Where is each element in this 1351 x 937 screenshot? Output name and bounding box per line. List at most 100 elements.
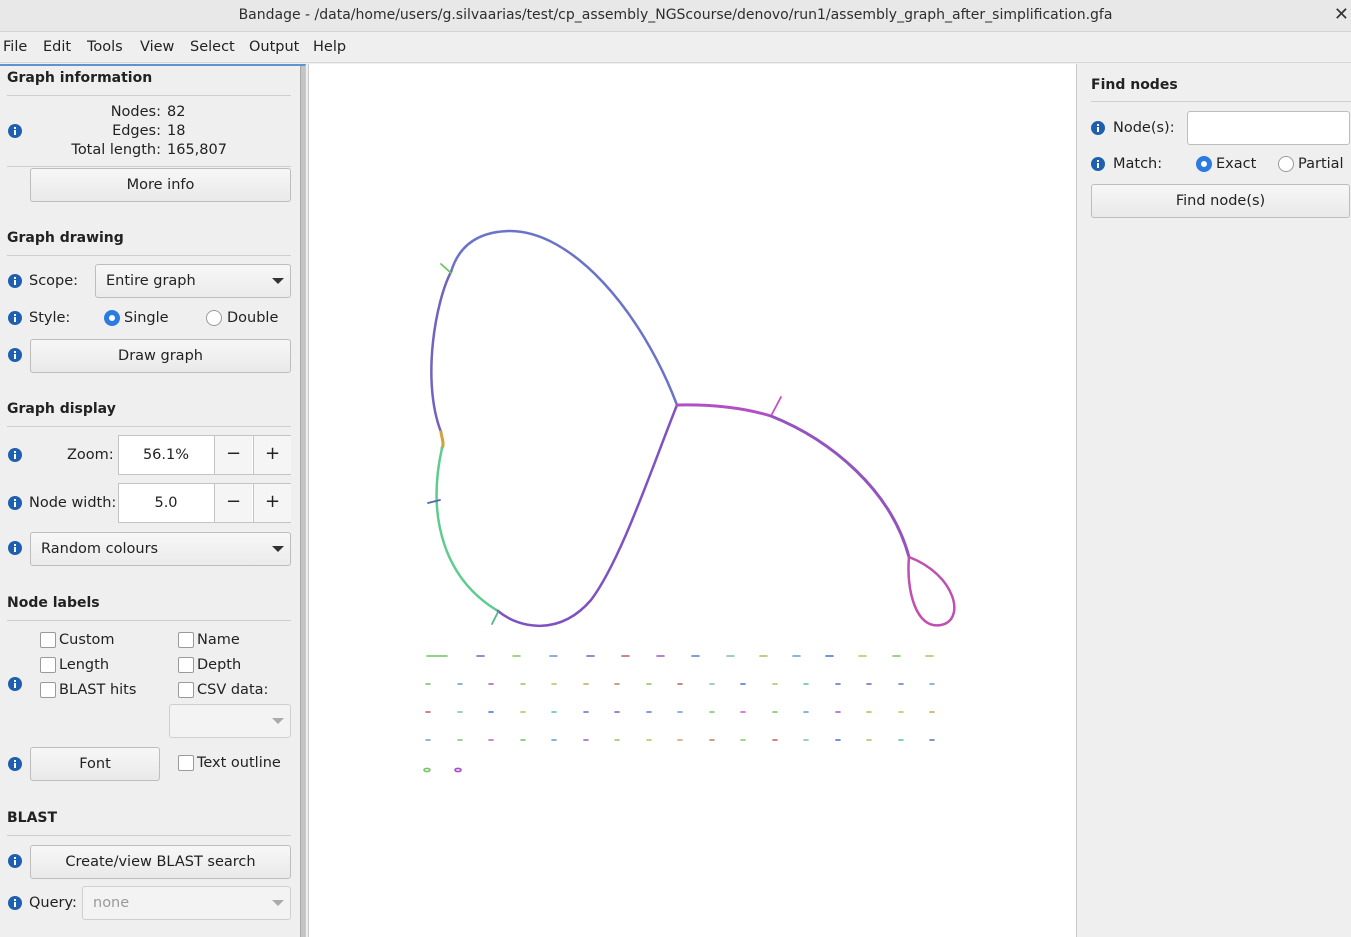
info-icon[interactable] bbox=[8, 541, 22, 555]
graph-information-title: Graph information bbox=[7, 70, 153, 86]
chevron-down-icon bbox=[272, 718, 284, 724]
node-width-increment-button[interactable]: + bbox=[253, 484, 291, 522]
node-width-value[interactable]: 5.0 bbox=[119, 484, 213, 522]
zoom-value[interactable]: 56.1% bbox=[119, 436, 213, 474]
node-labels-title: Node labels bbox=[7, 595, 100, 611]
left-panel-scrollbar[interactable] bbox=[300, 66, 305, 937]
find-nodes-button[interactable]: Find node(s) bbox=[1091, 184, 1350, 218]
zoom-spinbox[interactable]: 56.1% − + bbox=[118, 435, 291, 475]
find-nodes-input[interactable] bbox=[1187, 111, 1350, 145]
graph-canvas[interactable] bbox=[308, 64, 1077, 937]
colour-scheme-dropdown[interactable]: Random colours bbox=[30, 532, 291, 566]
graph-node[interactable] bbox=[440, 263, 452, 274]
style-label: Style: bbox=[29, 310, 71, 326]
draw-graph-button[interactable]: Draw graph bbox=[30, 339, 291, 373]
menu-select[interactable]: Select bbox=[190, 39, 235, 55]
graph-node[interactable] bbox=[454, 767, 462, 773]
info-icon[interactable] bbox=[8, 677, 22, 691]
match-partial-radio[interactable] bbox=[1278, 156, 1294, 172]
match-label: Match: bbox=[1113, 156, 1163, 172]
menu-edit[interactable]: Edit bbox=[43, 39, 71, 55]
name-label[interactable]: Name bbox=[197, 632, 240, 648]
match-exact-radio[interactable] bbox=[1196, 156, 1212, 172]
menu-file[interactable]: File bbox=[3, 39, 27, 55]
menu-help[interactable]: Help bbox=[313, 39, 346, 55]
graph-node[interactable] bbox=[491, 611, 499, 625]
length-label[interactable]: Length bbox=[59, 657, 109, 673]
custom-label[interactable]: Custom bbox=[59, 632, 115, 648]
info-icon[interactable] bbox=[8, 448, 22, 462]
name-checkbox[interactable] bbox=[178, 632, 194, 648]
title-bar: Bandage - /data/home/users/g.silvaarias/… bbox=[0, 0, 1351, 32]
graph-drawing-title: Graph drawing bbox=[7, 230, 124, 246]
query-label: Query: bbox=[29, 895, 77, 911]
csv-data-checkbox[interactable] bbox=[178, 682, 194, 698]
create-blast-search-button[interactable]: Create/view BLAST search bbox=[30, 845, 291, 879]
match-exact-label[interactable]: Exact bbox=[1216, 156, 1256, 172]
more-info-button[interactable]: More info bbox=[30, 168, 291, 202]
total-length-value: 165,807 bbox=[167, 142, 227, 158]
find-nodes-label: Node(s): bbox=[1113, 120, 1175, 136]
info-icon[interactable] bbox=[8, 496, 22, 510]
assembly-graph[interactable] bbox=[309, 64, 1078, 937]
info-icon[interactable] bbox=[8, 124, 22, 138]
depth-checkbox[interactable] bbox=[178, 657, 194, 673]
zoom-decrement-button[interactable]: − bbox=[214, 436, 252, 474]
separator bbox=[1091, 101, 1351, 102]
info-icon[interactable] bbox=[8, 757, 22, 771]
info-icon[interactable] bbox=[8, 348, 22, 362]
query-value: none bbox=[93, 895, 130, 911]
menu-tools[interactable]: Tools bbox=[87, 39, 123, 55]
custom-checkbox[interactable] bbox=[40, 632, 56, 648]
separator bbox=[7, 95, 291, 96]
info-icon[interactable] bbox=[8, 274, 22, 288]
menu-output[interactable]: Output bbox=[249, 39, 299, 55]
style-double-label[interactable]: Double bbox=[227, 310, 278, 326]
graph-node[interactable] bbox=[449, 229, 679, 407]
match-partial-label[interactable]: Partial bbox=[1298, 156, 1344, 172]
query-dropdown[interactable]: none bbox=[82, 886, 291, 920]
scope-label: Scope: bbox=[29, 273, 79, 289]
separator bbox=[7, 835, 291, 836]
scope-dropdown[interactable]: Entire graph bbox=[95, 264, 291, 298]
colour-scheme-value: Random colours bbox=[41, 541, 159, 557]
menu-view[interactable]: View bbox=[140, 39, 174, 55]
style-single-label[interactable]: Single bbox=[124, 310, 169, 326]
scope-value: Entire graph bbox=[106, 273, 196, 289]
graph-node[interactable] bbox=[427, 499, 441, 504]
zoom-increment-button[interactable]: + bbox=[253, 436, 291, 474]
graph-node[interactable] bbox=[675, 403, 773, 418]
style-single-radio[interactable] bbox=[104, 310, 120, 326]
node-width-label: Node width: bbox=[29, 495, 117, 511]
graph-node[interactable] bbox=[769, 414, 911, 559]
find-nodes-title: Find nodes bbox=[1091, 77, 1178, 93]
graph-node[interactable] bbox=[439, 430, 445, 450]
info-icon[interactable] bbox=[1091, 121, 1105, 135]
info-icon[interactable] bbox=[8, 854, 22, 868]
font-button[interactable]: Font bbox=[30, 747, 160, 781]
graph-display-title: Graph display bbox=[7, 401, 116, 417]
close-icon[interactable]: ✕ bbox=[1334, 4, 1349, 25]
graph-node[interactable] bbox=[496, 403, 679, 628]
text-outline-checkbox[interactable] bbox=[178, 755, 194, 771]
node-width-spinbox[interactable]: 5.0 − + bbox=[118, 483, 291, 523]
style-double-radio[interactable] bbox=[206, 310, 222, 326]
depth-label[interactable]: Depth bbox=[197, 657, 241, 673]
graph-node[interactable] bbox=[435, 446, 500, 613]
graph-node[interactable] bbox=[430, 270, 453, 434]
separator bbox=[7, 426, 291, 427]
zoom-label: Zoom: bbox=[67, 447, 114, 463]
graph-node[interactable] bbox=[771, 396, 782, 415]
blast-hits-label[interactable]: BLAST hits bbox=[59, 682, 136, 698]
info-icon[interactable] bbox=[1091, 157, 1105, 171]
csv-column-dropdown[interactable] bbox=[169, 704, 291, 738]
text-outline-label[interactable]: Text outline bbox=[197, 755, 281, 771]
csv-data-label[interactable]: CSV data: bbox=[197, 682, 268, 698]
length-checkbox[interactable] bbox=[40, 657, 56, 673]
info-icon[interactable] bbox=[8, 896, 22, 910]
node-width-decrement-button[interactable]: − bbox=[214, 484, 252, 522]
graph-node[interactable] bbox=[907, 555, 956, 627]
info-icon[interactable] bbox=[8, 311, 22, 325]
graph-node[interactable] bbox=[423, 767, 431, 773]
blast-hits-checkbox[interactable] bbox=[40, 682, 56, 698]
